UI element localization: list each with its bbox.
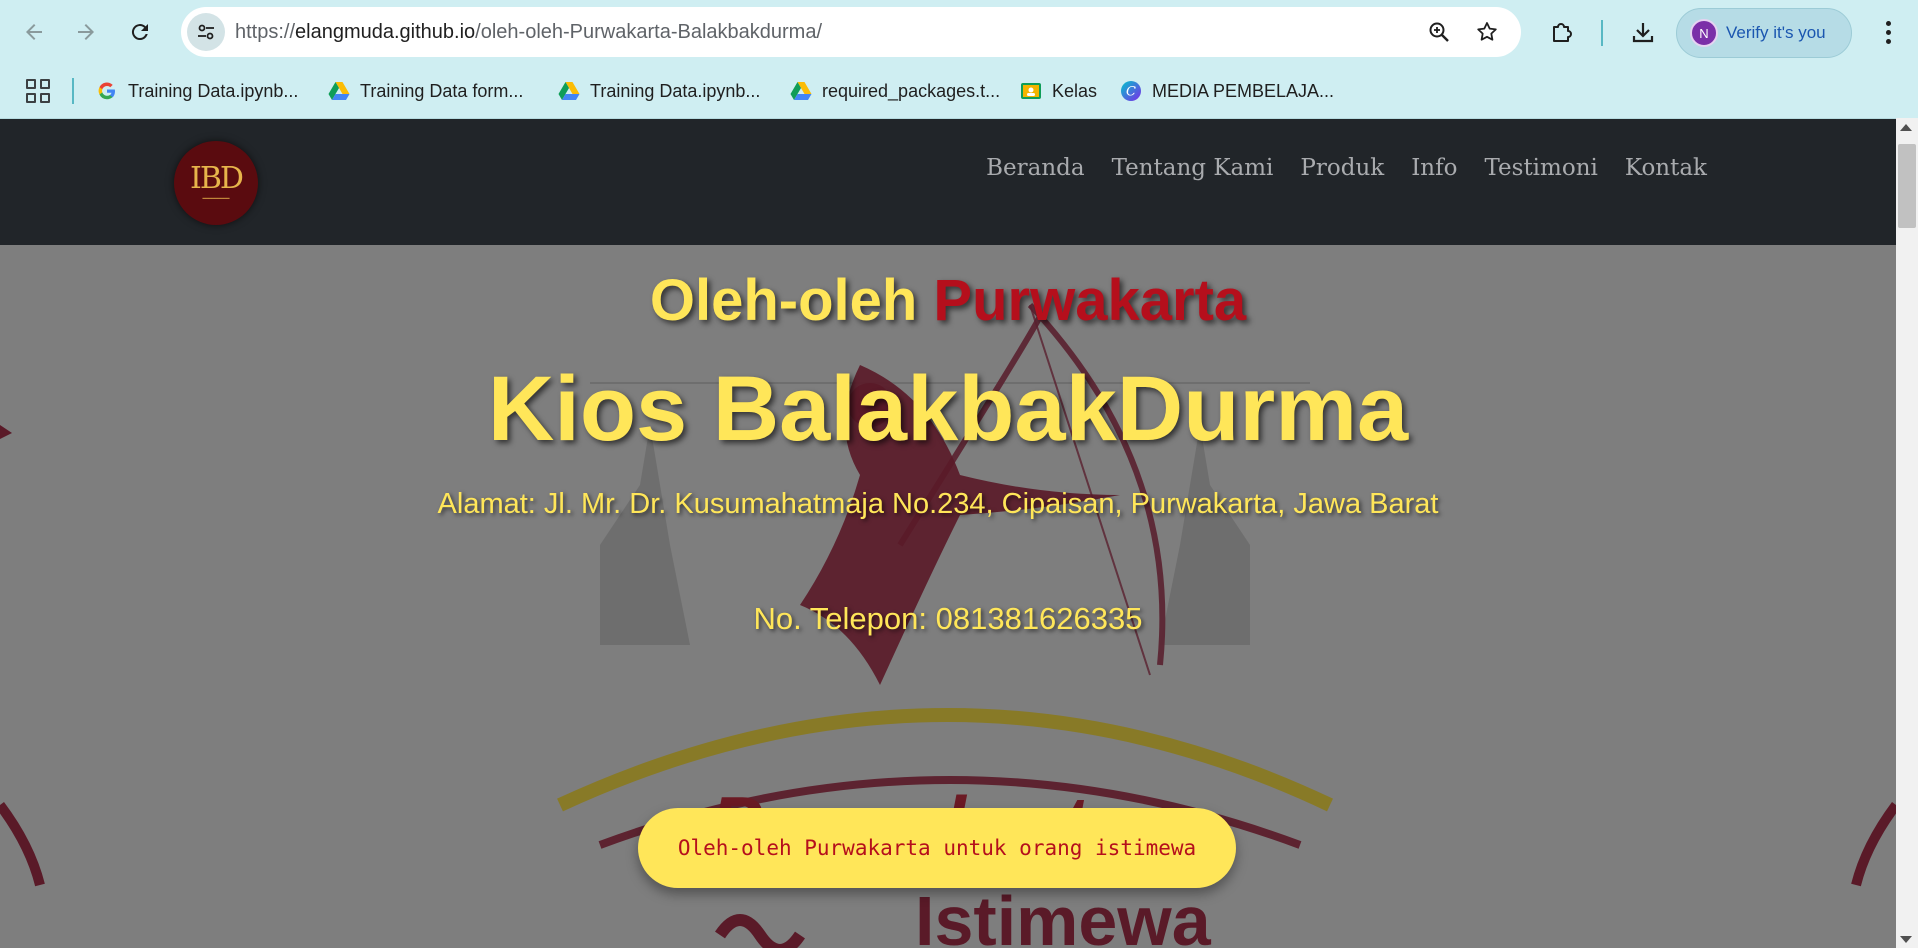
hero-subtitle-part1: Oleh-oleh <box>649 268 934 333</box>
url-text[interactable]: https://elangmuda.github.io/oleh-oleh-Pu… <box>235 21 822 44</box>
url-host: elangmuda.github.io <box>295 21 476 43</box>
url-path: /oleh-oleh-Purwakarta-Balakbakdurma/ <box>475 21 823 43</box>
svg-text:C: C <box>1126 85 1136 100</box>
hero-subtitle: Oleh-oleh Purwakarta <box>0 267 1896 334</box>
hero-subtitle-part2: Purwakarta <box>933 268 1247 333</box>
nav-link-tentang-kami[interactable]: Tentang Kami <box>1112 155 1274 181</box>
arrow-right-icon <box>78 24 94 40</box>
bookmark-item[interactable]: Training Data form... <box>328 78 523 104</box>
site-logo[interactable]: IBD ━━━━━━━━━ <box>174 141 258 225</box>
apps-grid-icon[interactable] <box>26 79 50 103</box>
site-info-icon[interactable] <box>187 13 225 51</box>
reload-icon <box>131 24 148 41</box>
avatar: N <box>1690 19 1718 47</box>
verify-profile-button[interactable]: N Verify it's you <box>1676 8 1852 58</box>
bookmark-label: Training Data.ipynb... <box>128 80 299 101</box>
scrollbar-thumb[interactable] <box>1898 144 1916 228</box>
extensions-icon[interactable] <box>1544 14 1580 50</box>
logo-tagline-mark: ━━━━━━━━━ <box>202 196 230 202</box>
google-icon <box>96 80 118 102</box>
menu-kebab-icon[interactable] <box>1870 14 1906 50</box>
bookmarks-bar: Training Data.ipynb... Training Data for… <box>0 64 1918 118</box>
drive-icon <box>558 80 580 102</box>
nav-link-info[interactable]: Info <box>1411 155 1457 181</box>
bookmark-label: Training Data form... <box>360 80 524 101</box>
back-button[interactable] <box>14 12 54 52</box>
hero-section: Purwakarta Istimewa Oleh-oleh Purwakarta… <box>0 245 1896 948</box>
nav-link-produk[interactable]: Produk <box>1300 155 1384 181</box>
hero-address: Alamat: Jl. Mr. Dr. Kusumahatmaja No.234… <box>437 488 1439 520</box>
bookmark-item[interactable]: Training Data.ipynb... <box>558 78 760 104</box>
bookmark-item[interactable]: C MEDIA PEMBELAJA... <box>1120 78 1334 104</box>
bookmark-item[interactable]: Kelas <box>1020 78 1097 104</box>
address-bar[interactable]: https://elangmuda.github.io/oleh-oleh-Pu… <box>181 7 1521 57</box>
hero-phone: No. Telepon: 081381626335 <box>753 601 1143 636</box>
nav-link-kontak[interactable]: Kontak <box>1625 155 1707 181</box>
arrow-left-icon <box>26 24 42 40</box>
bookmark-label: Training Data.ipynb... <box>590 80 761 101</box>
nav-link-testimoni[interactable]: Testimoni <box>1484 155 1597 181</box>
forward-button[interactable] <box>66 12 106 52</box>
bookmark-item[interactable]: required_packages.t... <box>790 78 1000 104</box>
verify-label: Verify it's you <box>1726 23 1826 42</box>
nav-link-beranda[interactable]: Beranda <box>986 155 1084 181</box>
bookmark-label: Kelas <box>1052 80 1098 101</box>
url-scheme: https:// <box>235 21 296 43</box>
site-navbar: IBD ━━━━━━━━━ Beranda Tentang Kami Produ… <box>0 119 1896 245</box>
zoom-icon[interactable] <box>1425 18 1453 46</box>
cta-button[interactable]: Oleh-oleh Purwakarta untuk orang istimew… <box>638 808 1236 888</box>
classroom-icon <box>1020 80 1042 102</box>
drive-icon <box>790 80 812 102</box>
scroll-up-arrow-icon[interactable] <box>1900 124 1912 131</box>
bookmark-star-icon[interactable] <box>1473 18 1501 46</box>
bookmark-item[interactable]: Training Data.ipynb... <box>96 78 298 104</box>
page-viewport: IBD ━━━━━━━━━ Beranda Tentang Kami Produ… <box>0 118 1896 948</box>
drive-icon <box>328 80 350 102</box>
browser-toolbar: https://elangmuda.github.io/oleh-oleh-Pu… <box>0 0 1918 64</box>
toolbar-divider <box>1601 20 1603 46</box>
reload-button[interactable] <box>120 12 160 52</box>
download-icon[interactable] <box>1625 14 1661 50</box>
canva-icon: C <box>1120 80 1142 102</box>
logo-monogram: IBD <box>190 161 244 196</box>
bookmark-label: required_packages.t... <box>822 80 1001 101</box>
page-scrollbar[interactable] <box>1896 118 1918 948</box>
nav-menu: Beranda Tentang Kami Produk Info Testimo… <box>986 155 1707 181</box>
bookmark-label: MEDIA PEMBELAJA... <box>1152 80 1335 101</box>
hero-title: Kios BalakbakDurma <box>487 358 1409 460</box>
scroll-down-arrow-icon[interactable] <box>1900 936 1912 943</box>
art-word-istimewa: Istimewa <box>915 882 1212 948</box>
bookmarks-divider <box>72 78 74 104</box>
